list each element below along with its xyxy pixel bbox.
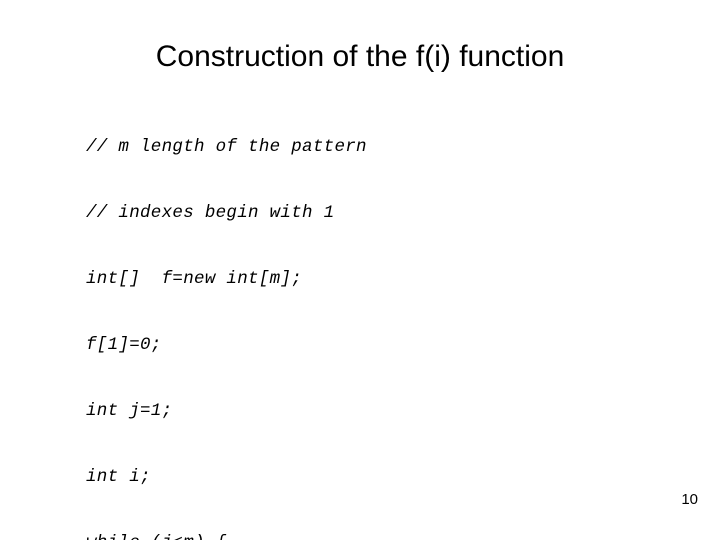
code-line: // m length of the pattern <box>86 137 367 157</box>
code-line: while (j<m) { <box>86 532 686 540</box>
code-line: int[] f=new int[m]; <box>86 269 303 289</box>
slide: Construction of the f(i) function // m l… <box>0 0 720 540</box>
code-line: f[1]=0; <box>86 335 162 355</box>
page-number: 10 <box>681 491 698 508</box>
code-line: int j=1; <box>86 401 173 421</box>
code-line: // indexes begin with 1 <box>86 203 335 223</box>
page-title: Construction of the f(i) function <box>155 40 565 73</box>
code-line: int i; <box>86 467 151 487</box>
code-block: // m length of the pattern // indexes be… <box>86 92 686 540</box>
